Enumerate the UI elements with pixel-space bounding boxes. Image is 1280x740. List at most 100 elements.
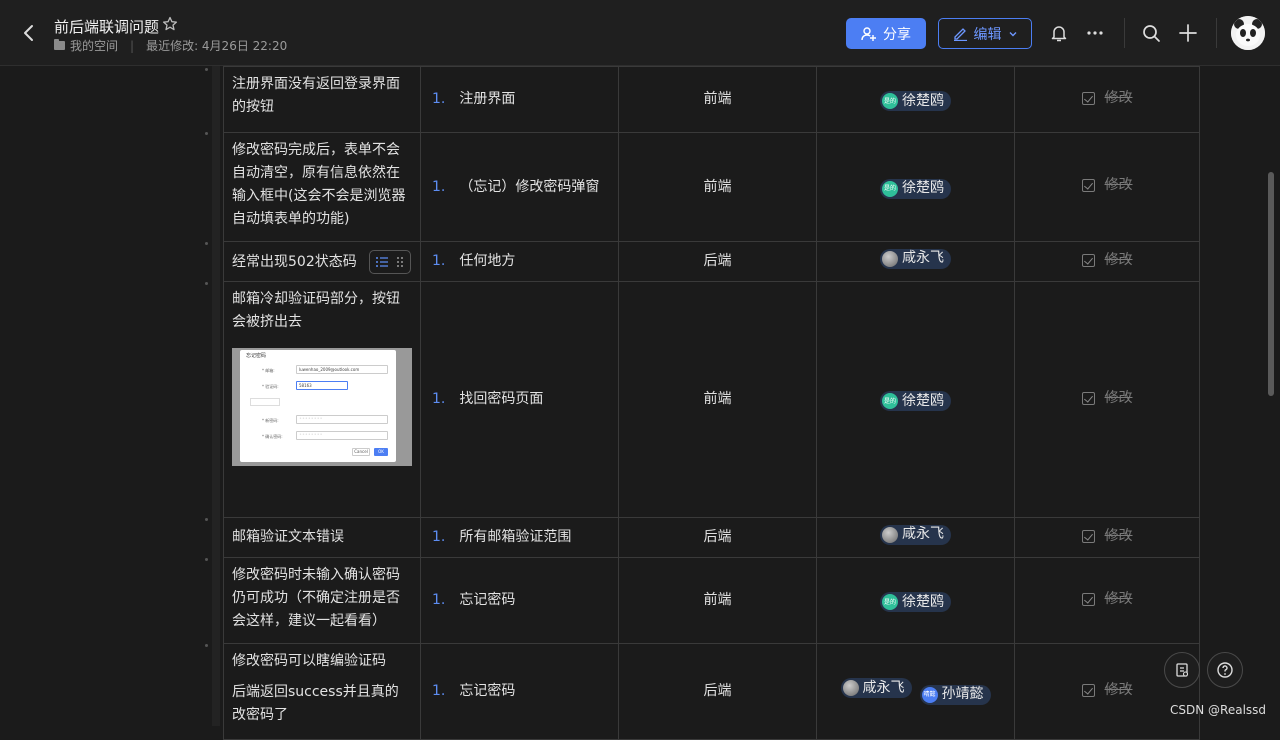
status-cell[interactable]: 修改 bbox=[1014, 66, 1200, 133]
checkbox-icon bbox=[1081, 91, 1095, 105]
search-icon[interactable] bbox=[1140, 22, 1162, 44]
more-icon[interactable] bbox=[1084, 22, 1106, 44]
list-number: 1. bbox=[432, 253, 446, 269]
status-text: 修改 bbox=[1104, 389, 1133, 406]
location-cell[interactable]: 1. 注册界面 bbox=[420, 66, 619, 133]
code-field: 58163 bbox=[296, 381, 348, 390]
location-text: （忘记）修改密码弹窗 bbox=[459, 178, 600, 195]
list-icon[interactable] bbox=[375, 255, 389, 269]
bell-icon[interactable] bbox=[1048, 22, 1070, 44]
issue-cell[interactable]: 邮箱冷却验证码部分，按钮会被挤出去 忘记密码 * 邮箱: luwenhao_20… bbox=[223, 281, 421, 518]
avatar bbox=[882, 526, 898, 543]
assignee-chip[interactable]: 是的 徐楚鸥 bbox=[880, 592, 951, 613]
side-cell[interactable]: 前端 bbox=[618, 132, 817, 242]
list-number: 1. bbox=[432, 91, 446, 107]
location-cell[interactable]: 1. 忘记密码 bbox=[420, 643, 619, 740]
assignee-chip[interactable]: 是的 徐楚鸥 bbox=[880, 391, 951, 412]
location-cell[interactable]: 1. 找回密码页面 bbox=[420, 281, 619, 518]
assignee-cell[interactable]: 是的 徐楚鸥 bbox=[816, 66, 1015, 133]
side-text: 前端 bbox=[703, 592, 732, 608]
avatar[interactable] bbox=[1231, 16, 1265, 50]
scrollbar[interactable] bbox=[1268, 172, 1274, 396]
status-cell[interactable]: 修改 bbox=[1014, 281, 1200, 518]
assignee-cell[interactable]: 咸永飞 bbox=[816, 517, 1015, 558]
avatar: 是的 bbox=[882, 93, 898, 110]
assignee-chip[interactable]: 晴懿 孙靖懿 bbox=[919, 684, 991, 705]
status-checkbox[interactable]: 修改 bbox=[1081, 679, 1133, 702]
top-bar: 前后端联调问题 我的空间 | 最近修改: 4月26日 22:20 分享 编辑 bbox=[0, 0, 1280, 66]
issue-text: 修改密码可以瞎编验证码 bbox=[232, 653, 386, 669]
avatar: 是的 bbox=[882, 180, 898, 197]
issue-cell[interactable]: 邮箱验证文本错误 bbox=[223, 517, 421, 558]
help-icon[interactable] bbox=[1207, 652, 1243, 688]
breadcrumb-space[interactable]: 我的空间 bbox=[70, 37, 118, 54]
issue-cell[interactable]: 修改密码时未输入确认密码仍可成功（不确定注册是否会这样，建议一起看看） bbox=[223, 557, 421, 644]
edit-button[interactable]: 编辑 bbox=[938, 18, 1032, 49]
outline-icon[interactable] bbox=[1164, 652, 1200, 688]
assignee-name: 徐楚鸥 bbox=[902, 392, 944, 409]
assignee-chip[interactable]: 咸永飞 bbox=[880, 524, 951, 545]
status-cell[interactable]: 修改 bbox=[1014, 517, 1200, 558]
watermark: CSDN @Realssd bbox=[1170, 703, 1267, 717]
side-cell[interactable]: 前端 bbox=[618, 281, 817, 518]
issue-cell[interactable]: 注册界面没有返回登录界面的按钮 bbox=[223, 66, 421, 133]
side-cell[interactable]: 前端 bbox=[618, 66, 817, 133]
side-cell[interactable]: 后端 bbox=[618, 643, 817, 740]
gutter-dot bbox=[205, 132, 208, 135]
add-user-icon bbox=[861, 26, 876, 41]
status-checkbox[interactable]: 修改 bbox=[1081, 87, 1133, 110]
gutter-dot bbox=[205, 644, 208, 647]
side-cell[interactable]: 前端 bbox=[618, 557, 817, 644]
assignee-cell[interactable]: 咸永飞 bbox=[816, 241, 1015, 282]
divider bbox=[1124, 18, 1125, 48]
document-title: 前后端联调问题 bbox=[54, 18, 160, 36]
assignee-chip[interactable]: 咸永飞 bbox=[840, 678, 912, 699]
side-cell[interactable]: 后端 bbox=[618, 517, 817, 558]
status-checkbox[interactable]: 修改 bbox=[1081, 525, 1133, 548]
side-text: 后端 bbox=[703, 253, 732, 269]
assignee-chip[interactable]: 是的 徐楚鸥 bbox=[880, 91, 951, 112]
issue-text: 邮箱验证文本错误 bbox=[232, 529, 344, 545]
issue-cell[interactable]: 修改密码可以瞎编验证码 后端返回success并且真的改密码了 bbox=[223, 643, 421, 740]
checkbox-icon bbox=[1081, 253, 1095, 267]
location-cell[interactable]: 1. 所有邮箱验证范围 bbox=[420, 517, 619, 558]
drag-handle-icon[interactable] bbox=[395, 255, 405, 269]
status-checkbox[interactable]: 修改 bbox=[1081, 588, 1133, 611]
issues-table: 注册界面没有返回登录界面的按钮 1. 注册界面 前端 是的 徐楚鸥 修改 修改密码完… bbox=[223, 66, 1200, 740]
checkbox-icon bbox=[1081, 592, 1095, 606]
checkbox-icon bbox=[1081, 683, 1095, 697]
avatar bbox=[842, 680, 859, 697]
panda-avatar-icon bbox=[1231, 16, 1265, 50]
gutter-dot bbox=[205, 68, 208, 71]
location-cell[interactable]: 1. （忘记）修改密码弹窗 bbox=[420, 132, 619, 242]
star-icon[interactable] bbox=[162, 16, 178, 32]
assignee-cell[interactable]: 是的 徐楚鸥 bbox=[816, 281, 1015, 518]
status-checkbox[interactable]: 修改 bbox=[1081, 387, 1133, 410]
assignee-name: 咸永飞 bbox=[902, 526, 944, 542]
status-checkbox[interactable]: 修改 bbox=[1081, 174, 1133, 197]
status-cell[interactable]: 修改 bbox=[1014, 132, 1200, 242]
status-cell[interactable]: 修改 bbox=[1014, 557, 1200, 644]
location-text: 找回密码页面 bbox=[459, 391, 544, 407]
field-label: * 验证码: bbox=[262, 384, 279, 389]
assignee-name: 咸永飞 bbox=[902, 250, 944, 266]
issue-cell[interactable]: 修改密码完成后，表单不会自动清空，原有信息依然在输入框中(这会不会是浏览器自动填… bbox=[223, 132, 421, 242]
assignee-cell[interactable]: 是的 徐楚鸥 bbox=[816, 132, 1015, 242]
assignee-cell[interactable]: 咸永飞 晴懿 孙靖懿 bbox=[816, 643, 1015, 740]
status-cell[interactable]: 修改 bbox=[1014, 241, 1200, 282]
location-cell[interactable]: 1. 忘记密码 bbox=[420, 557, 619, 644]
share-button[interactable]: 分享 bbox=[846, 18, 926, 49]
embedded-screenshot[interactable]: 忘记密码 * 邮箱: luwenhao_2009@outlook.com * 验… bbox=[232, 348, 412, 466]
location-cell[interactable]: 1. 任何地方 bbox=[420, 241, 619, 282]
assignee-chip[interactable]: 是的 徐楚鸥 bbox=[880, 178, 951, 199]
back-arrow-icon[interactable] bbox=[18, 22, 40, 44]
status-checkbox[interactable]: 修改 bbox=[1081, 249, 1133, 272]
assignee-cell[interactable]: 是的 徐楚鸥 bbox=[816, 557, 1015, 644]
issue-cell[interactable]: 经常出现502状态码 bbox=[223, 241, 421, 282]
assignee-chip[interactable]: 咸永飞 bbox=[880, 248, 951, 269]
row-toolbar[interactable] bbox=[368, 249, 411, 274]
plus-icon[interactable] bbox=[1177, 22, 1199, 44]
location-text: 忘记密码 bbox=[459, 592, 516, 608]
side-cell[interactable]: 后端 bbox=[618, 241, 817, 282]
table-row: 经常出现502状态码 1. 任何地方 后端 咸永飞 修改 bbox=[223, 241, 1200, 282]
